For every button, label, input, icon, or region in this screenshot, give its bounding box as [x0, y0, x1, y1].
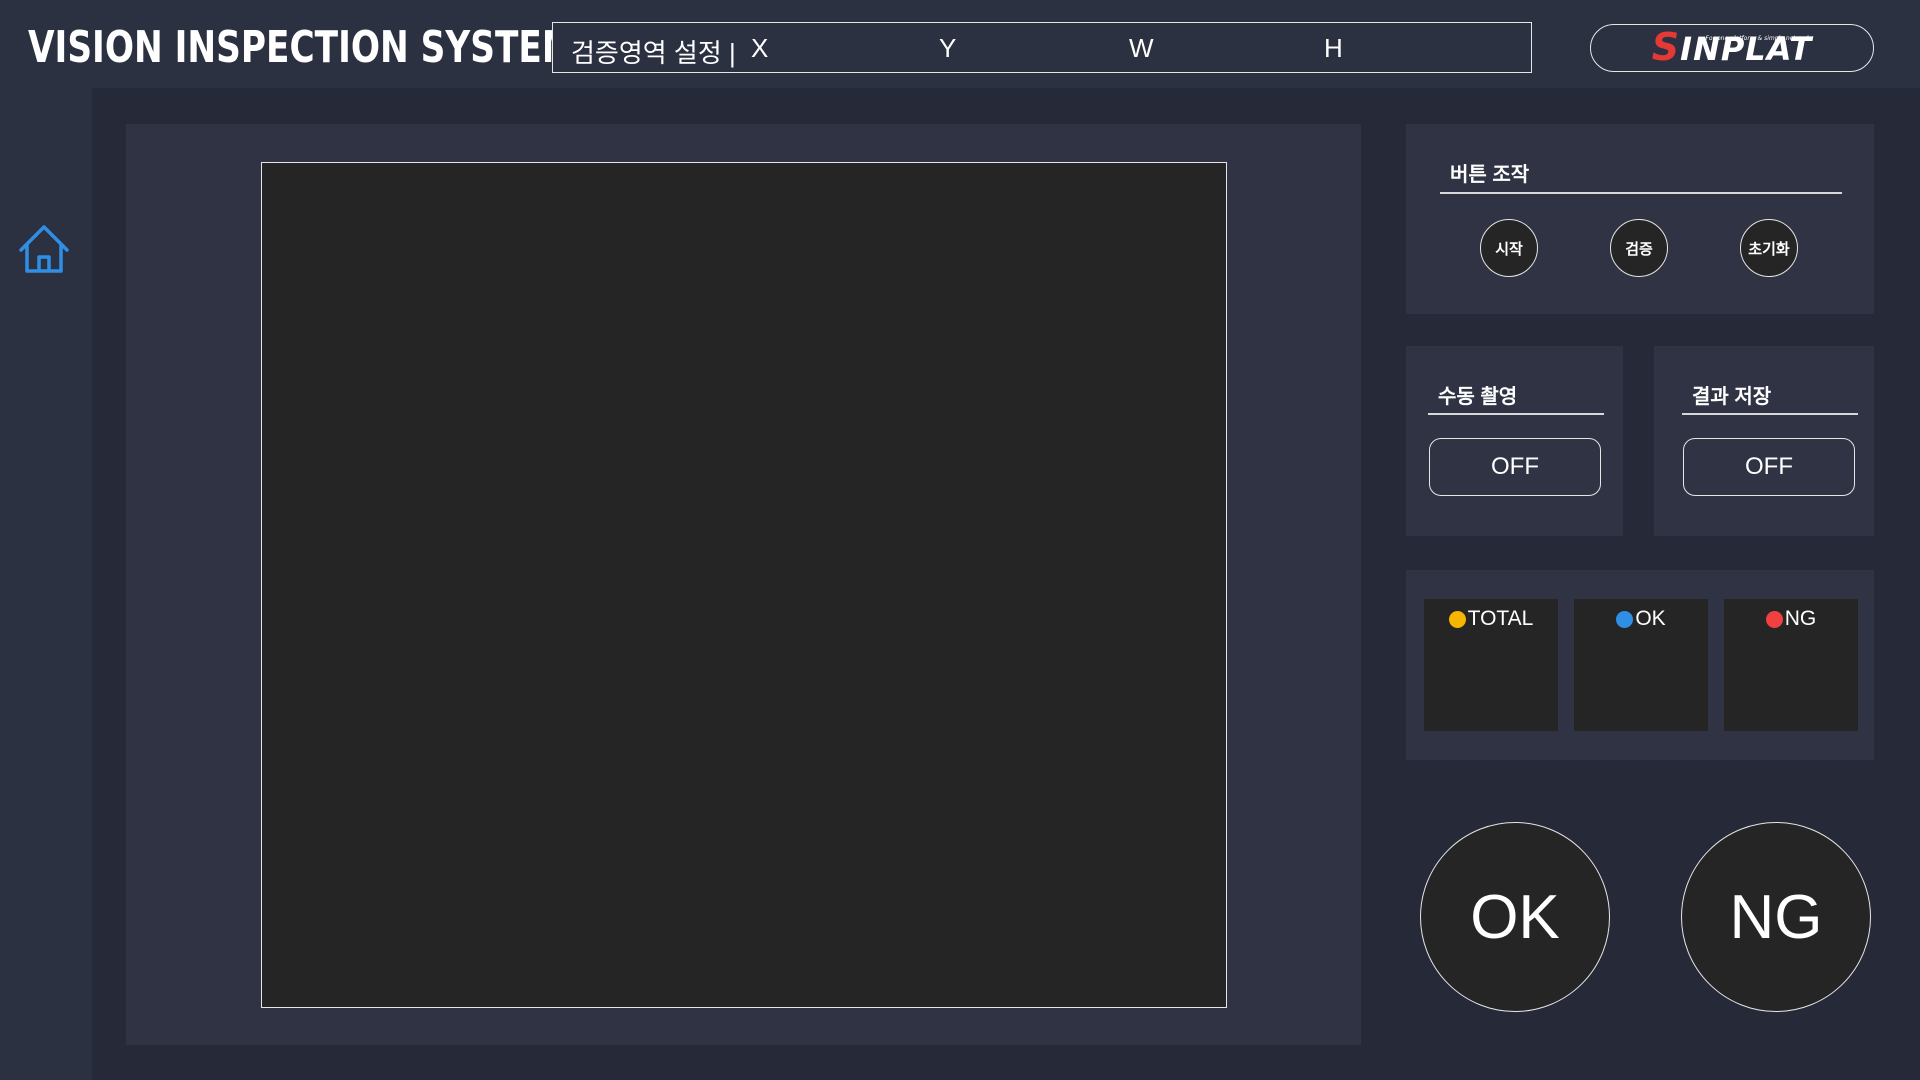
total-label-text: TOTAL — [1467, 607, 1534, 630]
ng-counter: NG — [1724, 599, 1858, 731]
roi-settings-bar[interactable]: 검증영역 설정 | X Y W H — [552, 22, 1532, 73]
roi-w-field[interactable]: W — [1129, 33, 1154, 64]
ok-counter: OK — [1574, 599, 1708, 731]
roi-y-field[interactable]: Y — [939, 33, 956, 64]
start-button[interactable]: 시작 — [1480, 219, 1538, 277]
brand-logo: SINPLAT For one platform & simple networ… — [1590, 24, 1874, 72]
reset-button[interactable]: 초기화 — [1740, 219, 1798, 277]
brand-logo-s: S — [1651, 25, 1681, 69]
total-counter: TOTAL — [1424, 599, 1558, 731]
save-result-toggle[interactable]: OFF — [1683, 438, 1855, 496]
manual-capture-divider — [1428, 413, 1604, 415]
controls-divider — [1440, 192, 1842, 194]
ok-label-text: OK — [1635, 607, 1666, 630]
ng-counter-label: NG — [1724, 607, 1858, 631]
total-counter-label: TOTAL — [1424, 607, 1558, 631]
brand-wordmark: SINPLAT For one platform & simple networ… — [1652, 28, 1812, 66]
ok-counter-label: OK — [1574, 607, 1708, 631]
ng-dot-icon — [1765, 610, 1783, 628]
save-result-divider — [1682, 413, 1858, 415]
roi-h-field[interactable]: H — [1324, 33, 1343, 64]
ok-dot-icon — [1616, 610, 1634, 628]
app-title: VISION INSPECTION SYSTEM — [28, 22, 576, 73]
ok-result-indicator[interactable]: OK — [1420, 822, 1610, 1012]
roi-label: 검증영역 설정 | — [571, 38, 736, 68]
roi-x-field[interactable]: X — [751, 33, 768, 64]
ng-label-text: NG — [1784, 607, 1817, 630]
controls-title: 버튼 조작 — [1450, 164, 1530, 186]
manual-capture-toggle[interactable]: OFF — [1429, 438, 1601, 496]
ng-result-indicator[interactable]: NG — [1681, 822, 1871, 1012]
verify-button[interactable]: 검증 — [1610, 219, 1668, 277]
total-dot-icon — [1448, 610, 1466, 628]
home-icon[interactable] — [16, 223, 72, 275]
brand-tagline: For one platform & simple network — [1705, 35, 1811, 42]
camera-image-canvas[interactable] — [261, 162, 1227, 1008]
save-result-title: 결과 저장 — [1692, 386, 1772, 408]
sidebar — [0, 88, 92, 1080]
manual-capture-title: 수동 촬영 — [1438, 386, 1518, 408]
app-window: VISION INSPECTION SYSTEM 검증영역 설정 | X Y W… — [0, 0, 1920, 1080]
